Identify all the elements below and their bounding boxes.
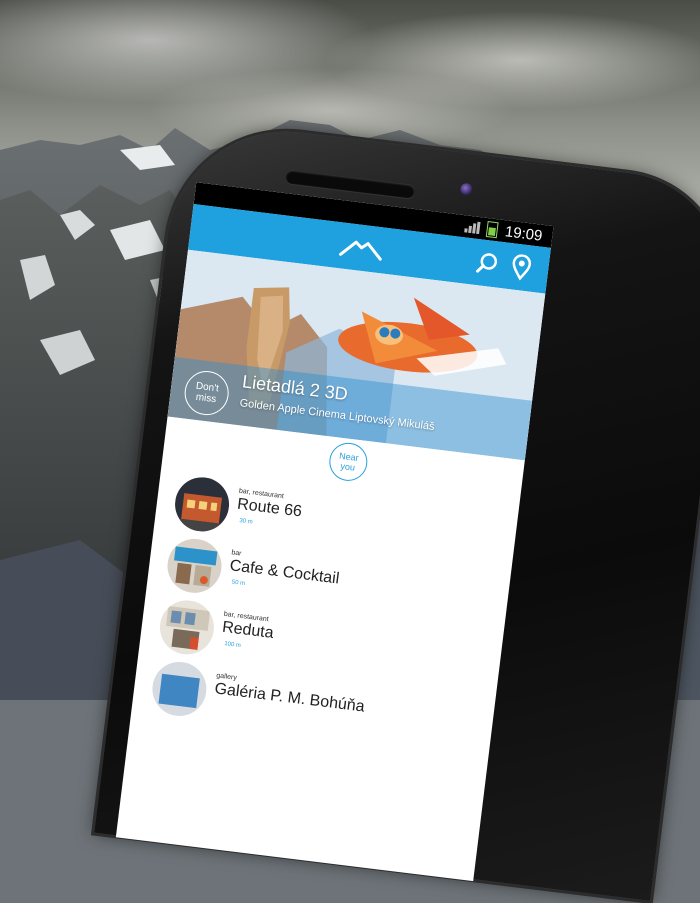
- location-pin-icon[interactable]: [505, 251, 538, 284]
- search-icon[interactable]: [471, 247, 504, 280]
- mountain-logo-icon[interactable]: [338, 234, 384, 261]
- place-thumbnail: [164, 535, 225, 596]
- place-category: bar: [230, 549, 242, 558]
- battery-icon: [486, 221, 500, 239]
- place-distance: 50 m: [231, 579, 246, 588]
- phone-device: 19:09 Don't miss Lietadlá 2 3D Golden Ap…: [94, 118, 700, 901]
- places-list: bar, restaurant Route 66 30 m bar Cafe &…: [131, 470, 519, 760]
- near-you-button[interactable]: Near you: [327, 440, 370, 484]
- place-thumbnail: [156, 597, 218, 658]
- place-name: Galéria P. M. Bohúňa: [213, 680, 366, 716]
- place-thumbnail: [171, 474, 233, 535]
- place-distance: 100 m: [223, 641, 242, 650]
- status-time: 19:09: [504, 222, 544, 245]
- place-distance: 30 m: [238, 518, 253, 526]
- signal-icon: [464, 220, 481, 235]
- place-thumbnail: [149, 658, 210, 720]
- place-name: Route 66: [236, 495, 303, 521]
- badge-line-2: miss: [195, 391, 217, 406]
- place-name: Cafe & Cocktail: [228, 557, 341, 588]
- near-line-2: you: [339, 460, 356, 473]
